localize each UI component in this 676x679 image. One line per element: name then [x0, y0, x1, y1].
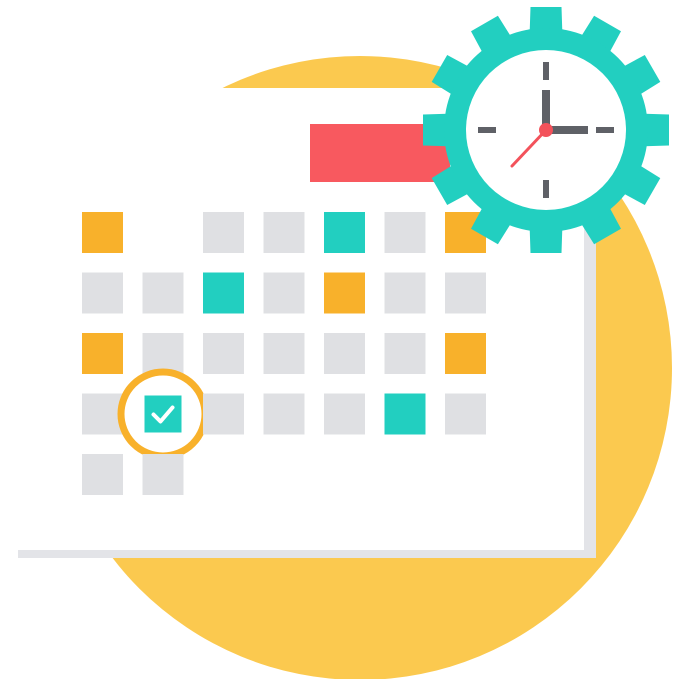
calendar-top-tab — [18, 88, 310, 124]
calendar-day-cell — [263, 272, 305, 314]
calendar-day-cell — [203, 272, 244, 314]
calendar-day-cell — [324, 333, 365, 374]
selected-day-cell — [144, 395, 182, 433]
calendar-day-cell — [324, 212, 365, 253]
calendar-day-cell — [142, 454, 184, 495]
calendar-day-cell — [82, 454, 123, 495]
calendar-illustration — [18, 7, 672, 679]
calendar-day-cell — [324, 393, 365, 435]
calendar-day-cell — [82, 393, 123, 435]
calendar-day-cell — [324, 272, 365, 314]
calendar-day-cell — [142, 333, 184, 374]
calendar-day-cell — [203, 333, 244, 374]
calendar-day-cell — [203, 393, 244, 435]
calendar-day-cell — [142, 272, 184, 314]
clock-tick-3 — [596, 127, 614, 133]
calendar-day-cell — [445, 333, 486, 374]
calendar-day-cell — [82, 272, 123, 314]
calendar-day-cell — [203, 212, 244, 253]
calendar-day-cell — [384, 393, 426, 435]
clock-tick-6 — [543, 180, 549, 198]
calendar-day-cell — [445, 393, 486, 435]
calendar-day-cell — [384, 272, 426, 314]
clock-tick-12 — [543, 62, 549, 80]
calendar-day-cell — [384, 212, 426, 253]
calendar-day-cell — [445, 272, 486, 314]
calendar-day-cell — [263, 333, 305, 374]
calendar-day-cell — [82, 212, 123, 253]
clock-center — [539, 123, 553, 137]
calendar-day-cell — [384, 333, 426, 374]
calendar-day-cell — [82, 333, 123, 374]
calendar-day-cell — [263, 393, 305, 435]
calendar-day-cell — [263, 212, 305, 253]
clock-icon — [466, 50, 626, 210]
clock-tick-9 — [478, 127, 496, 133]
